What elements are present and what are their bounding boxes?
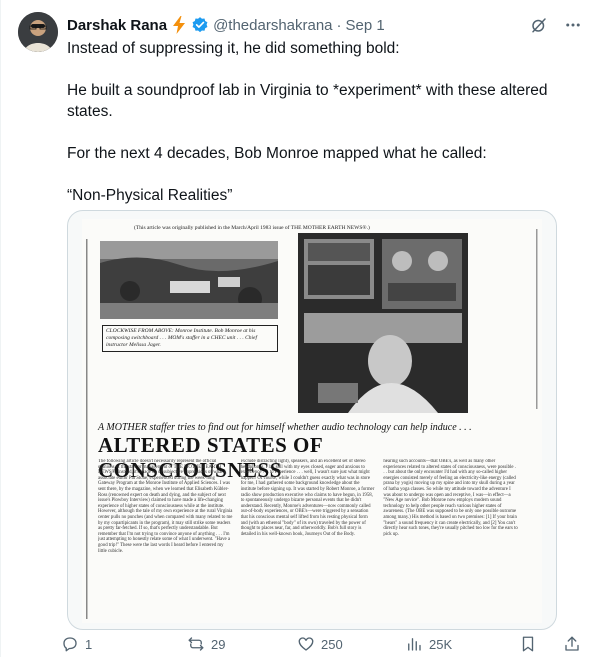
bookmark-icon bbox=[522, 636, 534, 652]
tweet-paragraph: Instead of suppressing it, he did someth… bbox=[67, 40, 400, 57]
tweet-paragraph: “Non-Physical Realities” bbox=[67, 187, 233, 204]
author-handle[interactable]: @thedarshakrana bbox=[213, 17, 332, 34]
repost-button[interactable]: 29 bbox=[187, 632, 225, 656]
grok-icon[interactable] bbox=[529, 15, 549, 35]
margin-fine-print bbox=[86, 239, 88, 619]
margin-fine-print-right bbox=[536, 229, 538, 409]
like-button[interactable]: 250 bbox=[297, 632, 343, 656]
heart-icon bbox=[298, 637, 314, 651]
tweet-actions: 1 29 250 25K bbox=[61, 632, 591, 656]
tweet-media-image[interactable]: (This article was originally published i… bbox=[67, 210, 557, 630]
tweet-header: Darshak Rana @thedarshakrana · Sep 1 bbox=[67, 14, 583, 36]
like-count: 250 bbox=[321, 636, 343, 652]
views-count: 25K bbox=[429, 636, 453, 652]
views-icon bbox=[408, 638, 421, 651]
views-button[interactable]: 25K bbox=[405, 632, 452, 656]
tweet-paragraph: For the next 4 decades, Bob Monroe mappe… bbox=[67, 145, 487, 162]
repost-count: 29 bbox=[211, 636, 226, 652]
author-name[interactable]: Darshak Rana bbox=[67, 17, 167, 34]
article-columns: The following article doesn't necessaril… bbox=[98, 459, 518, 619]
photo-caption: CLOCKWISE FROM ABOVE: Monroe Institute. … bbox=[102, 325, 278, 352]
reply-button[interactable]: 1 bbox=[61, 632, 92, 656]
repost-icon bbox=[188, 637, 204, 651]
more-options-icon[interactable] bbox=[563, 15, 583, 35]
article-origin-note: (This article was originally published i… bbox=[134, 225, 370, 231]
tweet-date[interactable]: Sep 1 bbox=[346, 17, 385, 34]
lightning-bolt-icon bbox=[173, 16, 186, 34]
tweet-text: Instead of suppressing it, he did someth… bbox=[67, 38, 587, 206]
reply-count: 1 bbox=[85, 636, 93, 652]
separator-dot: · bbox=[336, 16, 342, 34]
article-scan: (This article was originally published i… bbox=[82, 219, 542, 623]
bookmark-button[interactable] bbox=[519, 632, 537, 656]
tweet: Darshak Rana @thedarshakrana · Sep 1 Ins… bbox=[0, 0, 603, 657]
monroe-switchboard-photo bbox=[298, 233, 468, 413]
institute-aerial-photo bbox=[100, 241, 278, 319]
article-column: The following article doesn't necessaril… bbox=[98, 459, 233, 554]
share-icon bbox=[565, 636, 579, 651]
header-actions bbox=[529, 14, 583, 36]
article-column: hearing such accounts—that OBE's, as wel… bbox=[383, 459, 518, 537]
reply-icon bbox=[63, 637, 77, 652]
article-kicker: A MOTHER staffer tries to find out for h… bbox=[98, 422, 472, 433]
share-button[interactable] bbox=[563, 632, 581, 656]
tweet-paragraph: He built a soundproof lab in Virginia to… bbox=[67, 82, 548, 120]
verified-badge-icon bbox=[192, 17, 208, 33]
avatar[interactable] bbox=[18, 12, 58, 52]
article-column: exclude distracting light), speakers, an… bbox=[240, 459, 375, 537]
